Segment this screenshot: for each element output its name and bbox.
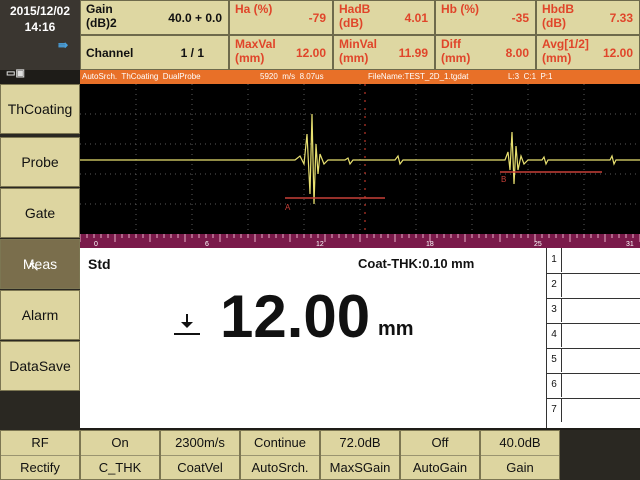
table-row: 2 (547, 273, 640, 299)
position-text: L:3 C:1 P:1 (508, 72, 553, 81)
avg-readout: Avg[1/2] (mm) 12.00 (536, 35, 640, 70)
velocity-text: 5920 m/s 8.07us (260, 72, 324, 81)
gate-a-label: A (285, 203, 291, 212)
gate-b-label: B (501, 175, 506, 184)
menu-meas[interactable]: Meas (0, 239, 80, 289)
menu-alarm[interactable]: Alarm (0, 290, 80, 340)
cursor-icon: ↖ (28, 258, 40, 274)
c-thk-button[interactable]: On C_THK (80, 430, 160, 480)
coatvel-button[interactable]: 2300m/s CoatVel (160, 430, 240, 480)
date: 2015/12/02 (9, 4, 71, 18)
table-row: 6 (547, 373, 640, 399)
menu-gate[interactable]: Gate (0, 188, 80, 238)
maxsgain-button[interactable]: 72.0dB MaxSGain (320, 430, 400, 480)
maxval-readout: MaxVal (mm) 12.00 (229, 35, 333, 70)
a-scan-display[interactable]: A B 0 6 12 18 25 31 (79, 84, 640, 248)
usb-icon: ⇛ (58, 38, 69, 52)
menu-thcoating[interactable]: ThCoating (0, 84, 80, 134)
scale-label-18: 18 (426, 241, 434, 248)
ha-readout: Ha (%) -79 (229, 0, 333, 35)
grid (80, 84, 640, 234)
hadb-readout: HadB (dB) 4.01 (333, 0, 435, 35)
table-row: 4 (547, 323, 640, 349)
table-row: 5 (547, 348, 640, 374)
rectify-button[interactable]: RF Rectify (0, 430, 80, 480)
hbdb-readout: HbdB (dB) 7.33 (536, 0, 640, 35)
autosrch-button[interactable]: Continue AutoSrch. (240, 430, 320, 480)
menu-datasave[interactable]: DataSave (0, 341, 80, 391)
filename-text: FileName:TEST_2D_1.tgdat (368, 72, 469, 81)
diff-readout: Diff (mm) 8.00 (435, 35, 536, 70)
scale-label-25: 25 (534, 241, 542, 248)
menu-probe[interactable]: Probe (0, 137, 80, 187)
autogain-button[interactable]: Off AutoGain (400, 430, 480, 480)
gain-button[interactable]: 40.0dB Gain (480, 430, 560, 480)
table-row: 1 (547, 248, 640, 274)
scale-label-0: 0 (94, 241, 98, 248)
down-arrow-icon (174, 314, 200, 335)
gain-readout: Gain (dB)2 40.0 + 0.0 (80, 0, 229, 35)
measurement-table: 1 2 3 4 5 6 7 (546, 248, 640, 428)
hb-readout: Hb (%) -35 (435, 0, 536, 35)
table-row: 7 (547, 398, 640, 423)
scale-label-31: 31 (626, 241, 634, 248)
scale-label-12: 12 (316, 241, 324, 248)
time: 14:16 (24, 20, 56, 34)
channel-readout: Channel 1 / 1 (80, 35, 229, 70)
table-row: 3 (547, 298, 640, 324)
coating-thickness: Coat-THK:0.10 mm (358, 256, 475, 271)
mode-text: AutoSrch. ThCoating DualProbe (82, 72, 201, 81)
scale-label-6: 6 (205, 241, 209, 248)
thickness-value: 12.00 (220, 283, 371, 350)
bottom-filler (560, 430, 640, 480)
thickness-unit: mm (378, 318, 414, 340)
monitor-icon: ▭▣ (6, 68, 25, 79)
clock-panel: 2015/12/02 14:16 ⇛ ▭▣ (0, 0, 80, 79)
status-infobar: AutoSrch. ThCoating DualProbe 5920 m/s 8… (80, 70, 640, 84)
minval-readout: MinVal (mm) 11.99 (333, 35, 435, 70)
waveform-svg: A B 0 6 12 18 25 31 (79, 84, 640, 248)
measure-mode: Std (88, 256, 111, 272)
